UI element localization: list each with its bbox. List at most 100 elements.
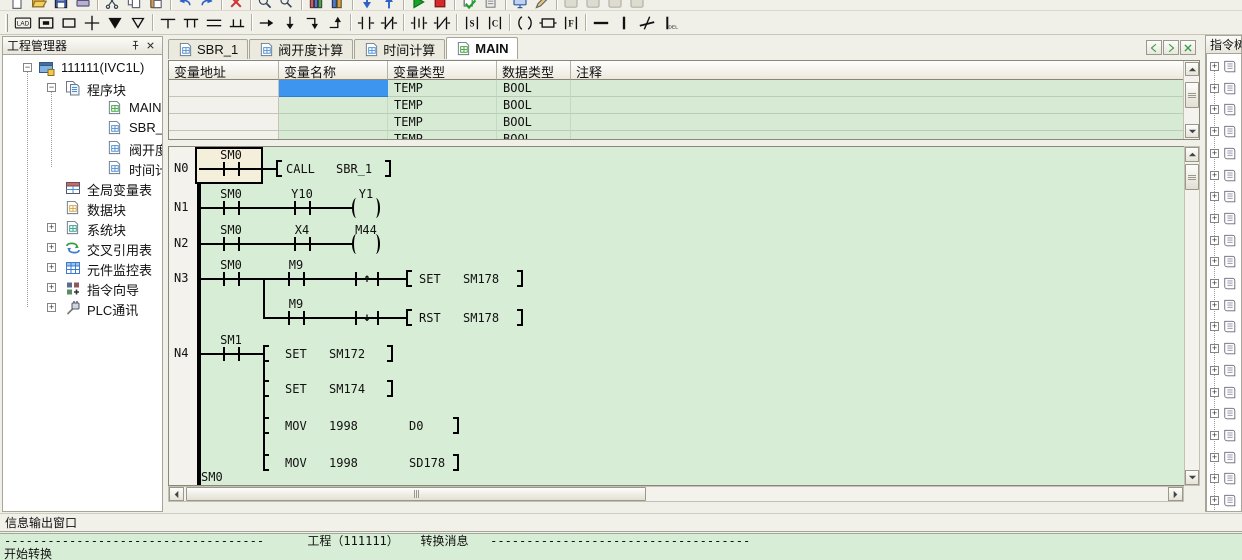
table-vertical-scrollbar[interactable] bbox=[1183, 61, 1199, 139]
cut-icon[interactable] bbox=[101, 0, 123, 11]
contact-symbol[interactable] bbox=[292, 200, 313, 216]
tree-item-元件监控表[interactable]: +元件监控表 bbox=[3, 258, 162, 278]
tree-item-程序块[interactable]: −程序块 bbox=[3, 78, 162, 98]
tree-item-111111(IVC1L)[interactable]: −111111(IVC1L) bbox=[3, 58, 162, 78]
column-header-注释[interactable]: 注释 bbox=[571, 61, 1185, 80]
contact-nc-icon[interactable] bbox=[377, 12, 400, 33]
branch-tool-1-icon[interactable] bbox=[156, 12, 179, 33]
expand-icon[interactable]: + bbox=[47, 303, 56, 312]
table-cell[interactable]: BOOL bbox=[497, 131, 571, 140]
table-cell[interactable] bbox=[169, 114, 279, 131]
bookset-icon[interactable] bbox=[327, 0, 349, 11]
close-icon[interactable] bbox=[143, 39, 158, 53]
contact-symbol[interactable] bbox=[221, 200, 242, 216]
tree-item-SBR_1[interactable]: SBR_1 bbox=[3, 118, 162, 138]
expand-icon[interactable]: + bbox=[47, 283, 56, 292]
falling-edge-symbol[interactable]: ↓ bbox=[353, 310, 381, 326]
branch-tool-2-icon[interactable] bbox=[179, 12, 202, 33]
stop-icon[interactable] bbox=[429, 0, 451, 11]
compile-all-icon[interactable] bbox=[480, 0, 502, 11]
tree-item-MAIN[interactable]: MAIN bbox=[3, 98, 162, 118]
table-cell[interactable]: BOOL bbox=[497, 80, 571, 97]
replace-icon[interactable] bbox=[276, 0, 298, 11]
expand-icon[interactable]: + bbox=[1210, 171, 1219, 180]
instruction-block[interactable]: MOV1998SD178 bbox=[263, 453, 459, 473]
table-cell[interactable] bbox=[571, 97, 1185, 114]
scroll-right-icon[interactable] bbox=[1168, 487, 1183, 501]
scrollbar-thumb[interactable] bbox=[1185, 82, 1199, 108]
expand-icon[interactable]: + bbox=[1210, 496, 1219, 505]
column-header-变量名称[interactable]: 变量名称 bbox=[279, 61, 388, 80]
paste-icon[interactable] bbox=[145, 0, 167, 11]
func-box-icon[interactable]: F bbox=[559, 12, 582, 33]
table-cell[interactable]: TEMP bbox=[388, 97, 497, 114]
tree-item-PLC通讯[interactable]: +PLC通讯 bbox=[3, 298, 162, 318]
disabled-button-icon[interactable] bbox=[582, 0, 604, 11]
scroll-up-icon[interactable] bbox=[1185, 147, 1199, 162]
net-box-icon[interactable] bbox=[34, 12, 57, 33]
contact-symbol[interactable] bbox=[221, 161, 242, 177]
draw-vline-icon[interactable] bbox=[612, 12, 635, 33]
column-header-数据类型[interactable]: 数据类型 bbox=[497, 61, 571, 80]
contact-symbol[interactable] bbox=[221, 236, 242, 252]
branch-tool-3-icon[interactable] bbox=[202, 12, 225, 33]
instruction-block[interactable]: RSTSM178 bbox=[406, 308, 523, 328]
redo-icon[interactable] bbox=[196, 0, 218, 11]
down-hollow-icon[interactable] bbox=[126, 12, 149, 33]
contact-n-icon[interactable] bbox=[430, 12, 453, 33]
expand-icon[interactable]: + bbox=[1210, 279, 1219, 288]
expand-icon[interactable]: + bbox=[1210, 149, 1219, 158]
undo-icon[interactable] bbox=[174, 0, 196, 11]
ladder-horizontal-scrollbar[interactable] bbox=[168, 486, 1184, 502]
table-cell[interactable]: TEMP bbox=[388, 114, 497, 131]
find-icon[interactable] bbox=[254, 0, 276, 11]
rising-edge-symbol[interactable]: ↑ bbox=[353, 271, 381, 287]
expand-icon[interactable]: + bbox=[1210, 301, 1219, 310]
tree-item-数据块[interactable]: 数据块 bbox=[3, 198, 162, 218]
contact-no-icon[interactable] bbox=[354, 12, 377, 33]
tree-item-指令向导[interactable]: +指令向导 bbox=[3, 278, 162, 298]
contact-symbol[interactable] bbox=[286, 310, 307, 326]
open-project-icon[interactable] bbox=[28, 0, 50, 11]
scroll-up-icon[interactable] bbox=[1185, 62, 1199, 76]
instr-box-icon[interactable] bbox=[536, 12, 559, 33]
table-cell[interactable] bbox=[279, 131, 388, 140]
arrow-right-down-icon[interactable] bbox=[301, 12, 324, 33]
expand-icon[interactable]: + bbox=[47, 263, 56, 272]
expand-icon[interactable]: + bbox=[1210, 431, 1219, 440]
instruction-block[interactable]: SETSM172 bbox=[263, 344, 393, 364]
tab-close-icon[interactable] bbox=[1180, 40, 1196, 55]
expand-icon[interactable]: + bbox=[1210, 474, 1219, 483]
print-icon[interactable] bbox=[72, 0, 94, 11]
crosshair-icon[interactable] bbox=[80, 12, 103, 33]
expand-icon[interactable]: + bbox=[1210, 453, 1219, 462]
branch-tool-4-icon[interactable] bbox=[225, 12, 248, 33]
expand-icon[interactable]: + bbox=[1210, 257, 1219, 266]
scroll-left-icon[interactable] bbox=[169, 487, 184, 501]
table-cell[interactable] bbox=[169, 131, 279, 140]
scrollbar-thumb[interactable] bbox=[186, 487, 646, 501]
save-icon[interactable] bbox=[50, 0, 72, 11]
coil-symbol[interactable] bbox=[350, 198, 382, 218]
coil-set-icon[interactable]: S bbox=[460, 12, 483, 33]
table-cell[interactable] bbox=[279, 97, 388, 114]
table-cell[interactable] bbox=[279, 80, 388, 97]
arrow-right-icon[interactable] bbox=[255, 12, 278, 33]
table-cell[interactable] bbox=[571, 131, 1185, 140]
editor-tab-时间计算[interactable]: 时间计算 bbox=[354, 39, 445, 59]
table-cell[interactable]: TEMP bbox=[388, 80, 497, 97]
expand-icon[interactable]: + bbox=[1210, 127, 1219, 136]
table-cell[interactable]: TEMP bbox=[388, 131, 497, 140]
disabled-button-icon[interactable] bbox=[560, 0, 582, 11]
contact-symbol[interactable] bbox=[292, 236, 313, 252]
scrollbar-thumb[interactable] bbox=[1185, 164, 1199, 190]
tree-item-阀开度计算[interactable]: 阀开度计算 bbox=[3, 138, 162, 158]
instruction-block[interactable]: MOV1998D0 bbox=[263, 416, 459, 436]
table-cell[interactable]: BOOL bbox=[497, 114, 571, 131]
instruction-block[interactable]: SETSM174 bbox=[263, 379, 393, 399]
coil-symbol[interactable] bbox=[350, 234, 382, 254]
expand-icon[interactable]: + bbox=[1210, 62, 1219, 71]
expand-icon[interactable]: + bbox=[1210, 236, 1219, 245]
copy-icon[interactable] bbox=[123, 0, 145, 11]
draw-hline-icon[interactable] bbox=[589, 12, 612, 33]
